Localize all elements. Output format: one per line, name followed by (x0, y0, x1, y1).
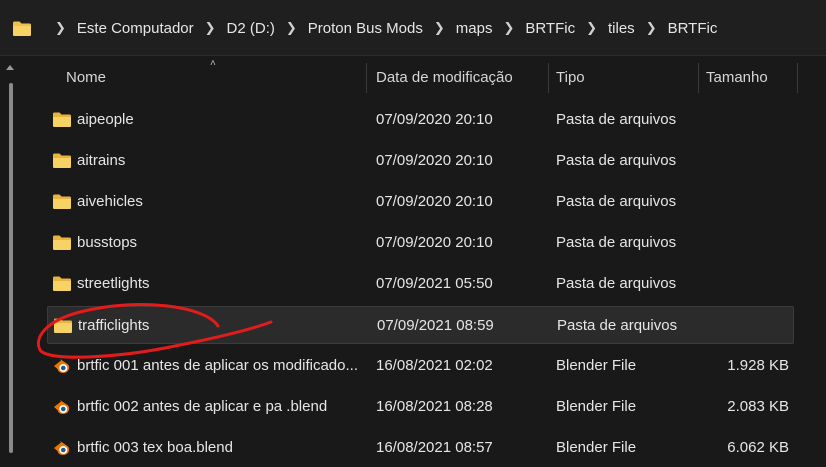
file-row[interactable]: trafficlights 07/09/2021 08:59 Pasta de ar… (47, 306, 794, 344)
folder-icon (53, 317, 73, 335)
folder-icon (12, 20, 32, 37)
blender-icon (52, 398, 72, 416)
file-name: aivehicles (77, 193, 143, 210)
folder-icon (52, 152, 72, 170)
file-row[interactable]: busstops 07/09/2020 20:10 Pasta de arquivo… (47, 224, 794, 262)
file-name: aitrains (77, 152, 126, 169)
file-date: 07/09/2021 05:50 (376, 275, 493, 292)
file-size (709, 224, 789, 262)
file-row[interactable]: brtfic 003 tex boa.blend 16/08/2021 08:57… (47, 429, 794, 467)
file-name: brtfic 003 tex boa.blend (77, 439, 233, 456)
file-date: 16/08/2021 02:02 (376, 357, 493, 374)
scroll-up-icon[interactable] (6, 65, 14, 70)
file-type: Pasta de arquivos (556, 111, 677, 128)
blender-icon (52, 357, 72, 375)
breadcrumb-item-brtfic[interactable]: BRTFic (525, 20, 575, 37)
sort-ascending-icon: ˄ (210, 58, 216, 69)
column-divider[interactable] (548, 63, 549, 93)
file-row[interactable]: aipeople 07/09/2020 20:10 Pasta de arquivo… (47, 101, 794, 139)
blender-icon (52, 439, 72, 457)
breadcrumb-item-current[interactable]: BRTFic (668, 20, 718, 37)
file-type: Pasta de arquivos (556, 193, 677, 210)
file-date: 07/09/2020 20:10 (376, 152, 493, 169)
file-size (709, 265, 789, 303)
column-divider[interactable] (698, 63, 699, 93)
vertical-scrollbar[interactable] (0, 57, 26, 465)
address-bar[interactable]: ❯ Este Computador ❯ D2 (D:) ❯ Proton Bus… (0, 0, 826, 56)
file-type: Blender File (556, 439, 637, 456)
file-row[interactable]: brtfic 002 antes de aplicar e pa .blend 1… (47, 388, 794, 426)
file-name: busstops (77, 234, 138, 251)
folder-icon (52, 275, 72, 293)
chevron-right-icon[interactable]: ❯ (434, 20, 445, 36)
file-date: 16/08/2021 08:57 (376, 439, 493, 456)
file-date: 07/09/2020 20:10 (376, 193, 493, 210)
file-row[interactable]: brtfic 001 antes de aplicar os modificad… (47, 347, 794, 385)
file-type: Pasta de arquivos (557, 317, 678, 334)
file-date: 07/09/2020 20:10 (376, 111, 493, 128)
chevron-right-icon: ❯ (55, 20, 66, 35)
file-size: 2.083 KB (727, 398, 789, 415)
breadcrumb-item-drive[interactable]: D2 (D:) (227, 20, 275, 37)
breadcrumb-item-maps[interactable]: maps (456, 20, 493, 37)
chevron-right-icon[interactable]: ❯ (205, 20, 216, 36)
breadcrumb-item-proton[interactable]: Proton Bus Mods (308, 20, 423, 37)
file-size: 6.062 KB (727, 439, 789, 456)
file-date: 16/08/2021 08:28 (376, 398, 493, 415)
column-name[interactable]: Nome (66, 57, 106, 99)
column-header: Nome Data de modificação Tipo Tamanho (40, 57, 826, 99)
file-name: aipeople (77, 111, 134, 128)
folder-icon (52, 234, 72, 252)
file-size (710, 307, 790, 345)
file-name: brtfic 002 antes de aplicar e pa .blend (77, 398, 328, 415)
file-name: brtfic 001 antes de aplicar os modificad… (77, 357, 358, 374)
folder-icon (52, 111, 72, 129)
scroll-thumb[interactable] (9, 83, 13, 453)
file-name: streetlights (77, 275, 150, 292)
file-size (709, 101, 789, 139)
file-type: Pasta de arquivos (556, 152, 677, 169)
file-type: Pasta de arquivos (556, 234, 677, 251)
folder-icon (52, 193, 72, 211)
column-type[interactable]: Tipo (556, 57, 585, 99)
file-size (709, 142, 789, 180)
chevron-right-icon[interactable]: ❯ (286, 20, 297, 36)
column-date[interactable]: Data de modificação (376, 57, 513, 99)
file-row[interactable]: streetlights 07/09/2021 05:50 Pasta de arq… (47, 265, 794, 303)
file-row[interactable]: aitrains 07/09/2020 20:10 Pasta de arquivo… (47, 142, 794, 180)
breadcrumb: ❯ Este Computador ❯ D2 (D:) ❯ Proton Bus… (12, 16, 717, 40)
file-type: Blender File (556, 398, 637, 415)
file-date: 07/09/2021 08:59 (377, 317, 494, 334)
column-divider[interactable] (797, 63, 798, 93)
chevron-right-icon[interactable]: ❯ (586, 20, 597, 36)
chevron-right-icon[interactable]: ❯ (646, 20, 657, 36)
breadcrumb-item-tiles[interactable]: tiles (608, 20, 635, 37)
file-size: 1.928 KB (727, 357, 789, 374)
file-size (709, 183, 789, 221)
file-row[interactable]: aivehicles 07/09/2020 20:10 Pasta de arqui… (47, 183, 794, 221)
breadcrumb-item-computer[interactable]: Este Computador (77, 20, 194, 37)
file-name: trafficlights (78, 317, 150, 334)
column-divider[interactable] (366, 63, 367, 93)
column-size[interactable]: Tamanho (706, 57, 768, 99)
chevron-right-icon[interactable]: ❯ (503, 20, 514, 36)
file-type: Pasta de arquivos (556, 275, 677, 292)
file-date: 07/09/2020 20:10 (376, 234, 493, 251)
file-type: Blender File (556, 357, 637, 374)
